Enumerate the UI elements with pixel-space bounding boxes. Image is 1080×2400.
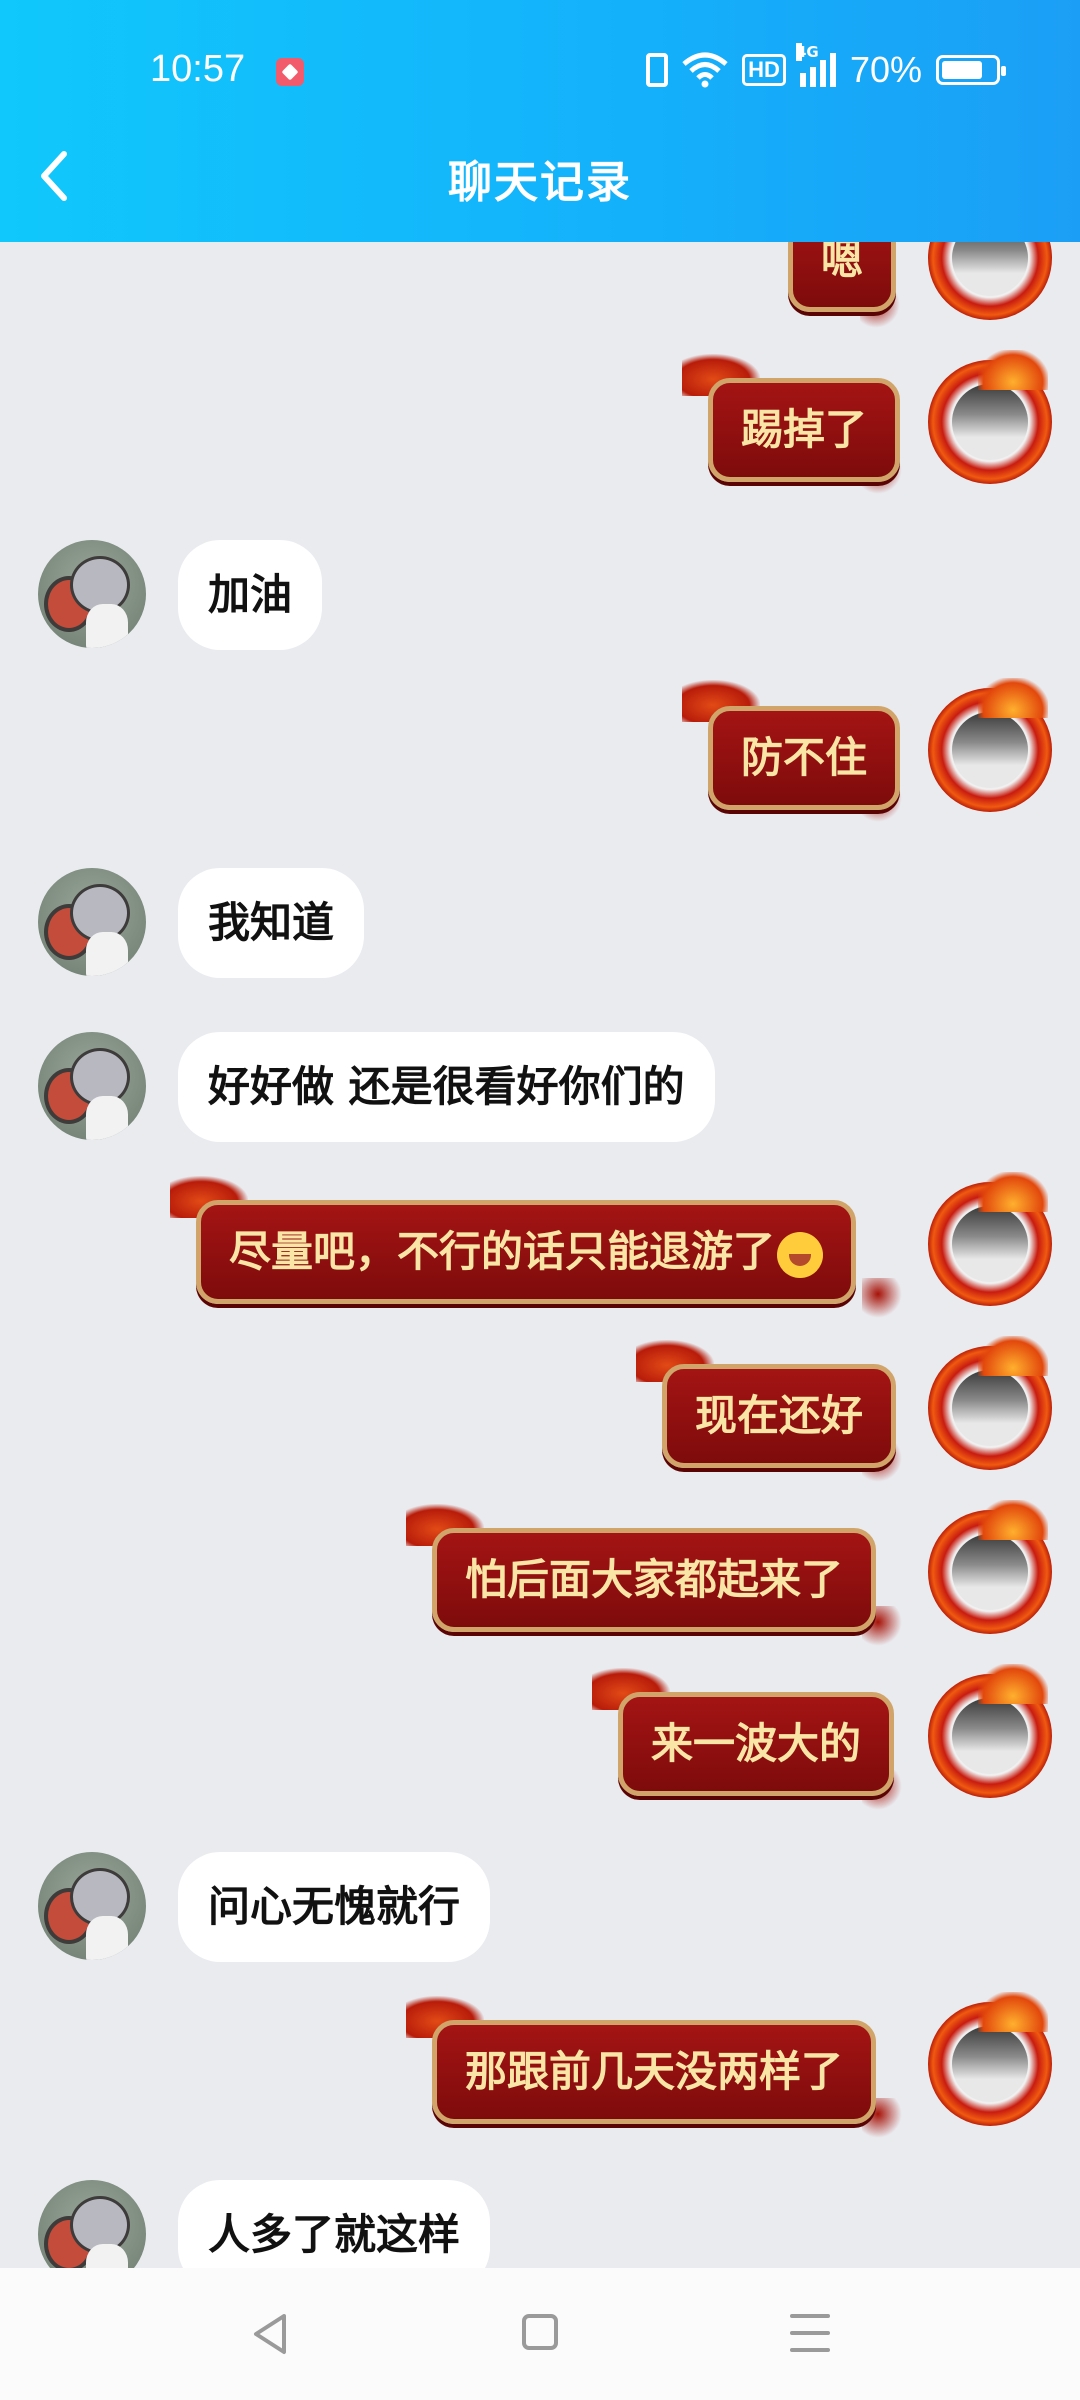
message-bubble-left[interactable]: 问心无愧就行 <box>178 1852 491 1962</box>
friend-avatar[interactable] <box>38 2180 146 2268</box>
message-text: 踢掉了 <box>741 405 868 454</box>
message-text: 人多了就这样 <box>208 2210 461 2259</box>
status-time: 10:57 <box>150 48 246 90</box>
nav-back-icon[interactable] <box>250 2312 290 2356</box>
chat-history[interactable]: 嗯 踢掉了 加油 防不住 我知道 好好做 还是很看好你们的 尽量吧，不行的话只能… <box>0 242 1080 2268</box>
status-icons: HD 4G 70% <box>646 43 1006 94</box>
system-nav-bar <box>0 2268 1080 2400</box>
app-header: 10:57 HD 4G 70% 聊天记录 <box>0 0 1080 242</box>
message-text: 我知道 <box>208 898 335 947</box>
message-bubble-left[interactable]: 好好做 还是很看好你们的 <box>178 1032 715 1142</box>
message-bubble-right[interactable]: 防不住 <box>708 706 901 810</box>
message-bubble-right[interactable]: 怕后面大家都起来了 <box>432 1528 877 1632</box>
my-avatar[interactable] <box>928 1336 1052 1470</box>
message-bubble-right[interactable]: 嗯 <box>788 242 897 312</box>
status-bar: 10:57 HD 4G 70% <box>0 0 1080 140</box>
friend-avatar[interactable] <box>38 1032 146 1140</box>
my-avatar[interactable] <box>928 1172 1052 1306</box>
signal-icon: 4G <box>795 43 836 87</box>
friend-avatar[interactable] <box>38 868 146 976</box>
my-avatar[interactable] <box>928 678 1052 812</box>
message-text: 好好做 还是很看好你们的 <box>208 1062 685 1111</box>
message-text: 怕后面大家都起来了 <box>465 1555 844 1604</box>
laugh-cry-emoji <box>777 1231 824 1278</box>
message-bubble-right[interactable]: 那跟前几天没两样了 <box>432 2020 877 2124</box>
battery-icon <box>936 55 1006 85</box>
my-avatar[interactable] <box>928 242 1052 320</box>
my-avatar[interactable] <box>928 350 1052 484</box>
message-text: 加油 <box>208 570 293 619</box>
bubble-decoration <box>862 1278 902 1318</box>
message-text: 那跟前几天没两样了 <box>465 2047 844 2096</box>
nav-home-icon[interactable] <box>522 2314 558 2350</box>
message-text: 问心无愧就行 <box>208 1882 461 1931</box>
message-bubble-right[interactable]: 来一波大的 <box>618 1692 895 1796</box>
my-avatar[interactable] <box>928 1992 1052 2126</box>
message-bubble-right[interactable]: 尽量吧，不行的话只能退游了 <box>196 1200 857 1304</box>
vibrate-icon <box>646 53 669 87</box>
message-bubble-right[interactable]: 现在还好 <box>662 1364 897 1468</box>
message-bubble-left[interactable]: 我知道 <box>178 868 365 978</box>
message-text: 防不住 <box>741 733 868 782</box>
page-title: 聊天记录 <box>448 157 632 208</box>
message-text: 现在还好 <box>695 1391 864 1440</box>
friend-avatar[interactable] <box>38 540 146 648</box>
nav-recents-icon[interactable] <box>790 2314 830 2352</box>
message-bubble-left[interactable]: 人多了就这样 <box>178 2180 491 2268</box>
network-type-label: 4G <box>795 43 819 61</box>
message-bubble-right[interactable]: 踢掉了 <box>708 378 901 482</box>
message-text: 尽量吧，不行的话只能退游了 <box>229 1227 776 1276</box>
my-avatar[interactable] <box>928 1664 1052 1798</box>
message-text: 来一波大的 <box>651 1719 862 1768</box>
message-text: 嗯 <box>821 242 864 284</box>
friend-avatar[interactable] <box>38 1852 146 1960</box>
hd-icon: HD <box>742 54 786 86</box>
wifi-icon <box>682 52 728 88</box>
app-notification-icon <box>276 58 304 86</box>
message-bubble-left[interactable]: 加油 <box>178 540 323 650</box>
my-avatar[interactable] <box>928 1500 1052 1634</box>
battery-percent: 70% <box>849 49 922 90</box>
